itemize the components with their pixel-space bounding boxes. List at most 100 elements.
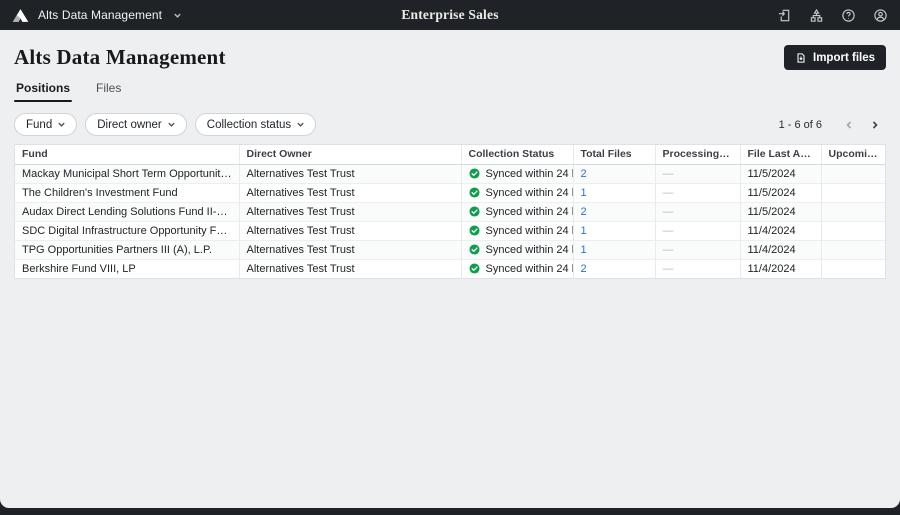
column-header-upcoming-activity[interactable]: Upcoming Activity [821,145,885,164]
total-files-link[interactable]: 1 [581,187,587,199]
total-files-cell: 2 [573,164,655,183]
chevron-down-icon [173,11,182,20]
app-switcher[interactable]: Alts Data Management [12,8,182,23]
column-header-file-last-added[interactable]: File Last Added [740,145,821,164]
processing-files-cell: — [655,259,740,278]
file-last-added-cell: 11/4/2024 [740,221,821,240]
pagination: 1 - 6 of 6 [779,114,886,136]
direct-owner-cell: Alternatives Test Trust [239,202,461,221]
filter-fund[interactable]: Fund [14,113,77,136]
help-icon[interactable] [841,8,856,23]
topbar-actions [777,8,888,23]
processing-files-value: — [663,187,674,199]
pagination-range: 1 - 6 of 6 [779,119,822,131]
total-files-link[interactable]: 2 [581,206,587,218]
filter-pills: Fund Direct owner Collection status [14,113,316,136]
fund-cell: Berkshire Fund VIII, LP [15,259,239,278]
upcoming-activity-cell [821,164,885,183]
total-files-link[interactable]: 1 [581,225,587,237]
direct-owner-cell: Alternatives Test Trust [239,259,461,278]
import-file-icon[interactable] [777,8,792,23]
chevron-down-icon [57,120,66,129]
column-header-processing-files[interactable]: Processing Files [655,145,740,164]
processing-files-value: — [663,225,674,237]
page-header: Alts Data Management Import files [0,30,900,70]
processing-files-cell: — [655,164,740,183]
processing-files-cell: — [655,240,740,259]
total-files-cell: 2 [573,202,655,221]
processing-files-value: — [663,168,674,180]
import-files-button[interactable]: Import files [784,45,886,70]
pagination-next-button[interactable] [864,114,886,136]
filter-row: Fund Direct owner Collection status 1 - … [0,103,900,144]
pagination-prev-button[interactable] [838,114,860,136]
file-last-added-cell: 11/4/2024 [740,240,821,259]
synced-check-icon [469,263,480,274]
table-row[interactable]: The Children's Investment FundAlternativ… [15,183,885,202]
filter-direct-owner-label: Direct owner [97,119,162,131]
collection-status-cell: Synced within 24 hours [461,259,573,278]
total-files-cell: 1 [573,240,655,259]
account-icon[interactable] [873,8,888,23]
upcoming-activity-cell [821,221,885,240]
chevron-right-icon [870,120,880,130]
chevron-left-icon [844,120,854,130]
upcoming-activity-cell [821,183,885,202]
tab-files[interactable]: Files [96,81,121,102]
table-row[interactable]: Mackay Municipal Short Term Opportunitie… [15,164,885,183]
processing-files-cell: — [655,202,740,221]
fund-cell: TPG Opportunities Partners III (A), L.P. [15,240,239,259]
column-header-file-last-added-label: File Last Added [748,148,822,160]
table-row[interactable]: Audax Direct Lending Solutions Fund II-C… [15,202,885,221]
direct-owner-cell: Alternatives Test Trust [239,221,461,240]
collection-status-label: Synced within 24 hours [486,225,574,237]
collection-status-cell: Synced within 24 hours [461,164,573,183]
table-row[interactable]: Berkshire Fund VIII, LPAlternatives Test… [15,259,885,278]
processing-files-value: — [663,206,674,218]
chevron-down-icon [296,120,305,129]
collection-status-cell: Synced within 24 hours [461,202,573,221]
processing-files-cell: — [655,221,740,240]
direct-owner-cell: Alternatives Test Trust [239,164,461,183]
collection-status-cell: Synced within 24 hours [461,221,573,240]
direct-owner-cell: Alternatives Test Trust [239,240,461,259]
table-row[interactable]: TPG Opportunities Partners III (A), L.P.… [15,240,885,259]
column-header-total-files[interactable]: Total Files [573,145,655,164]
app-window: Alts Data Management Enterprise Sales [0,0,900,515]
synced-check-icon [469,244,480,255]
total-files-link[interactable]: 1 [581,244,587,256]
collection-status-label: Synced within 24 hours [486,168,574,180]
total-files-link[interactable]: 2 [581,168,587,180]
total-files-link[interactable]: 2 [581,263,587,275]
filter-direct-owner[interactable]: Direct owner [85,113,187,136]
column-header-direct-owner[interactable]: Direct Owner [239,145,461,164]
page-content: Alts Data Management Import files Positi… [0,30,900,508]
fund-cell: Mackay Municipal Short Term Opportunitie… [15,164,239,183]
filter-collection-status-label: Collection status [207,119,291,131]
processing-files-value: — [663,244,674,256]
fund-cell: SDC Digital Infrastructure Opportunity F… [15,221,239,240]
collection-status-label: Synced within 24 hours [486,206,574,218]
positions-table: Fund Direct Owner Collection Status Tota… [14,144,886,279]
collection-status-cell: Synced within 24 hours [461,183,573,202]
collection-status-cell: Synced within 24 hours [461,240,573,259]
total-files-cell: 1 [573,221,655,240]
chevron-down-icon [167,120,176,129]
table-header-row: Fund Direct Owner Collection Status Tota… [15,145,885,164]
upcoming-activity-cell [821,259,885,278]
import-files-label: Import files [813,52,875,64]
filter-collection-status[interactable]: Collection status [195,113,316,136]
org-chart-icon[interactable] [809,8,824,23]
column-header-collection-status[interactable]: Collection Status [461,145,573,164]
collection-status-label: Synced within 24 hours [486,263,574,275]
app-switcher-label: Alts Data Management [38,8,162,22]
file-last-added-cell: 11/5/2024 [740,183,821,202]
upcoming-activity-cell [821,202,885,221]
tab-positions[interactable]: Positions [16,81,70,102]
table-row[interactable]: SDC Digital Infrastructure Opportunity F… [15,221,885,240]
file-last-added-cell: 11/5/2024 [740,202,821,221]
file-last-added-cell: 11/5/2024 [740,164,821,183]
synced-check-icon [469,206,480,217]
column-header-fund[interactable]: Fund [15,145,239,164]
addepar-logo-icon [12,8,29,23]
